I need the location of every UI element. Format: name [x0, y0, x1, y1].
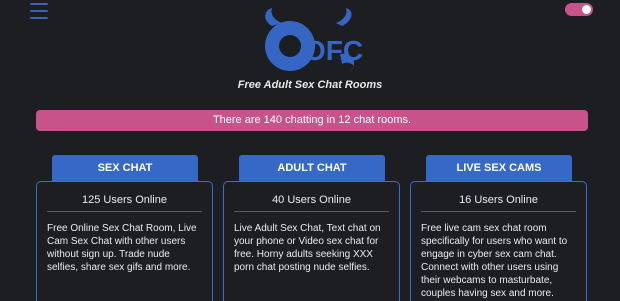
- card-description: Live Adult Sex Chat, Text chat on your p…: [234, 223, 381, 273]
- site-tagline: Free Adult Sex Chat Rooms: [237, 79, 383, 91]
- users-online-count: 16 Users Online: [459, 194, 538, 206]
- card-adult-chat[interactable]: 40 Users Online Live Adult Sex Chat, Tex…: [223, 181, 400, 301]
- card-sex-chat[interactable]: 125 Users Online Free Online Sex Chat Ro…: [36, 181, 213, 301]
- theme-toggle-switch[interactable]: [565, 3, 593, 16]
- card-tab-adult-chat[interactable]: ADULT CHAT: [239, 155, 385, 181]
- menu-bar: [30, 3, 48, 5]
- chatting-count-banner: There are 140 chatting in 12 chat rooms.: [36, 110, 588, 131]
- site-logo[interactable]: OFC: [258, 6, 364, 76]
- hamburger-menu-icon[interactable]: [30, 3, 48, 19]
- logo-right-horn: [336, 8, 352, 26]
- card-tab-sex-chat[interactable]: SEX CHAT: [52, 155, 198, 181]
- logo-letters: OFC: [304, 35, 363, 66]
- logo-left-horn: [265, 8, 282, 26]
- menu-bar: [30, 17, 48, 19]
- logo-head-hole: [279, 35, 301, 57]
- users-online-count: 40 Users Online: [272, 194, 351, 206]
- menu-bar: [30, 10, 48, 12]
- card-tab-live-sex-cams[interactable]: LIVE SEX CAMS: [426, 155, 572, 181]
- users-online-count: 125 Users Online: [82, 194, 167, 206]
- card-description: Free live cam sex chat room specifically…: [421, 223, 568, 299]
- card-description: Free Online Sex Chat Room, Live Cam Sex …: [47, 223, 197, 273]
- toggle-knob: [582, 5, 591, 14]
- card-live-sex-cams[interactable]: 16 Users Online Free live cam sex chat r…: [410, 181, 587, 301]
